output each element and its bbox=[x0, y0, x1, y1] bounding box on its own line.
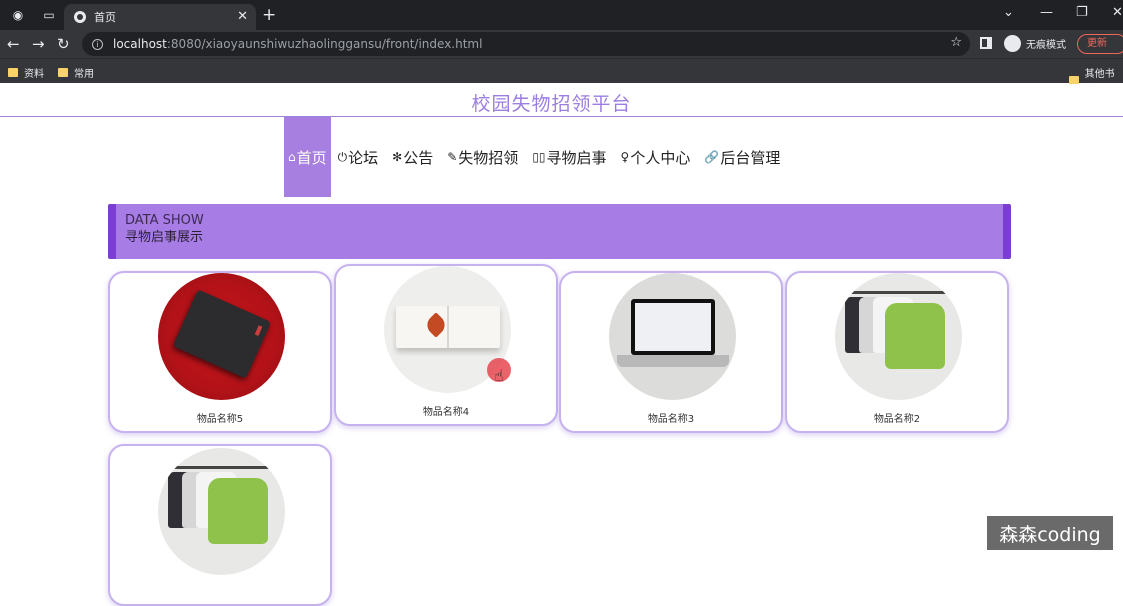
user-icon: ♀ bbox=[620, 150, 630, 164]
close-window-button[interactable]: ✕ bbox=[1112, 5, 1123, 20]
item-name[interactable]: 物品名称5 bbox=[110, 410, 330, 425]
laptop-base bbox=[617, 355, 729, 367]
menu-item-forum[interactable]: ⏻ 论坛 bbox=[331, 117, 386, 197]
feather-icon: ✎ bbox=[447, 150, 458, 164]
close-icon[interactable]: ✕ bbox=[237, 9, 248, 24]
new-tab-button[interactable]: + bbox=[262, 5, 276, 25]
item-card[interactable]: 物品名称2 bbox=[785, 271, 1009, 433]
clothes-rail bbox=[168, 466, 276, 469]
laptop-display bbox=[635, 303, 711, 351]
menu-label: 论坛 bbox=[348, 148, 379, 167]
star-icon[interactable]: ☆ bbox=[950, 35, 962, 50]
site-title: 校园失物招领平台 bbox=[471, 93, 632, 115]
section-banner: DATA SHOW 寻物启事展示 bbox=[108, 204, 1011, 259]
globe-icon bbox=[74, 11, 86, 23]
banner-title: 寻物启事展示 bbox=[125, 230, 204, 245]
item-image-shirts[interactable] bbox=[835, 273, 962, 400]
menu-item-home[interactable]: ⌂ 首页 bbox=[284, 117, 331, 197]
reload-button[interactable]: ↻ bbox=[57, 35, 70, 53]
item-image-wallet[interactable] bbox=[158, 273, 285, 400]
bookmark-label: 资料 bbox=[24, 69, 44, 80]
folder-icon bbox=[58, 68, 68, 77]
book-graphic bbox=[396, 306, 500, 348]
bookmarks-bar: 资料 常用 其他书签 bbox=[0, 58, 1123, 95]
item-card[interactable]: 物品名称4 bbox=[334, 264, 558, 426]
address-bar[interactable]: i localhost :8080/xiaoyaunshiwuzhaolingg… bbox=[82, 32, 970, 56]
menu-item-lost-found[interactable]: ✎ 失物招领 bbox=[440, 117, 525, 197]
info-icon[interactable]: i bbox=[92, 38, 103, 50]
minimize-button[interactable]: — bbox=[1040, 5, 1053, 20]
menu-label: 后台管理 bbox=[720, 148, 781, 167]
menu-label: 首页 bbox=[296, 148, 327, 167]
back-button[interactable]: ← bbox=[7, 35, 20, 53]
update-button[interactable]: 更新 bbox=[1077, 34, 1123, 54]
shirt-graphic bbox=[885, 303, 945, 369]
book-icon: ▯▯ bbox=[532, 150, 546, 164]
leaf-icon bbox=[423, 312, 449, 338]
incognito-indicator[interactable]: 无痕模式 bbox=[1004, 35, 1066, 52]
bookmark-folder[interactable]: 常用 bbox=[58, 65, 94, 80]
update-label: 更新 bbox=[1087, 38, 1107, 49]
link-icon: 🔗 bbox=[704, 150, 720, 164]
item-name[interactable]: 物品名称2 bbox=[787, 410, 1007, 425]
clothes-rail bbox=[845, 291, 953, 294]
menu-item-search-notice[interactable]: ▯▯ 寻物启事 bbox=[525, 117, 613, 197]
incognito-icon bbox=[1004, 35, 1021, 52]
shirt-graphic bbox=[208, 478, 268, 544]
browser-tab-bar: ◉ ▭ 首页 ✕ + ⌄ — ❐ ✕ bbox=[0, 0, 1123, 30]
menu-item-admin[interactable]: 🔗 后台管理 bbox=[697, 117, 787, 197]
wallet-graphic bbox=[172, 289, 272, 379]
window-icon[interactable]: ▭ bbox=[40, 6, 58, 24]
item-name[interactable]: 物品名称4 bbox=[336, 403, 556, 418]
menu-item-notice[interactable]: ✻ 公告 bbox=[385, 117, 440, 197]
browser-tab[interactable]: 首页 ✕ bbox=[64, 4, 256, 30]
bookmark-folder[interactable]: 资料 bbox=[8, 65, 44, 80]
hand-cursor-icon: ☝ bbox=[494, 366, 504, 385]
browser-toolbar: ← → ↻ i localhost :8080/xiaoyaunshiwuzha… bbox=[0, 30, 1123, 58]
item-image-laptop[interactable] bbox=[609, 273, 736, 400]
menu-label: 个人中心 bbox=[630, 148, 691, 167]
power-icon: ⏻ bbox=[337, 149, 348, 164]
restore-button[interactable]: ❐ bbox=[1076, 5, 1088, 20]
chevron-down-icon[interactable]: ⌄ bbox=[1003, 5, 1014, 20]
incognito-label: 无痕模式 bbox=[1026, 40, 1066, 51]
item-card[interactable] bbox=[108, 444, 332, 606]
main-menu: ⌂ 首页 ⏻ 论坛 ✻ 公告 ✎ 失物招领 ▯▯ 寻物启事 ♀ 个人中心 🔗 后… bbox=[284, 117, 787, 197]
forward-button[interactable]: → bbox=[32, 35, 45, 53]
url-host: localhost bbox=[113, 37, 167, 51]
globe-icon[interactable]: ◉ bbox=[9, 6, 27, 24]
item-image-shirts[interactable] bbox=[158, 448, 285, 575]
folder-icon bbox=[8, 68, 18, 77]
side-panel-icon[interactable] bbox=[980, 37, 992, 49]
menu-item-profile[interactable]: ♀ 个人中心 bbox=[614, 117, 698, 197]
tab-title: 首页 bbox=[94, 11, 116, 24]
laptop-screen bbox=[631, 299, 715, 355]
snowflake-icon: ✻ bbox=[392, 150, 403, 164]
item-name[interactable]: 物品名称3 bbox=[561, 410, 781, 425]
watermark: 森森coding bbox=[987, 516, 1113, 550]
item-card[interactable]: 物品名称5 bbox=[108, 271, 332, 433]
menu-label: 公告 bbox=[403, 148, 434, 167]
url-path: :8080/xiaoyaunshiwuzhaolinggansu/front/i… bbox=[166, 37, 483, 51]
item-card[interactable]: 物品名称3 bbox=[559, 271, 783, 433]
home-icon: ⌂ bbox=[288, 150, 296, 164]
menu-label: 失物招领 bbox=[458, 148, 519, 167]
banner-subtitle-en: DATA SHOW bbox=[125, 213, 204, 228]
menu-label: 寻物启事 bbox=[546, 148, 607, 167]
bookmark-label: 常用 bbox=[74, 69, 94, 80]
